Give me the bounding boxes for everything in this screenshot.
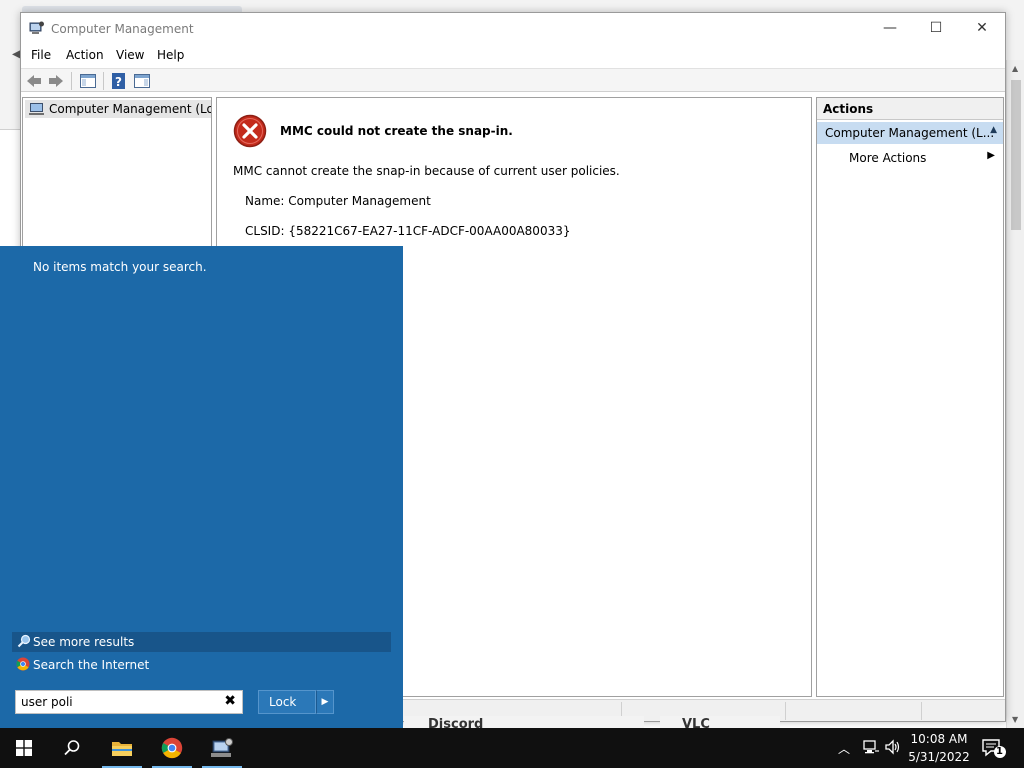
file-explorer-icon — [112, 742, 132, 756]
back-icon[interactable] — [25, 72, 43, 90]
svg-text:?: ? — [115, 75, 122, 89]
menu-view[interactable]: View — [116, 48, 144, 62]
title-bar[interactable]: Computer Management — ☐ ✕ — [21, 13, 1005, 45]
taskbar: ︿ 10:08 AM 5/31/2022 1 — [0, 728, 1024, 768]
computer-management-icon — [29, 21, 44, 34]
see-more-results-item[interactable]: See more results — [12, 632, 391, 652]
action-center-button[interactable]: 1 — [980, 736, 1008, 760]
scroll-thumb[interactable] — [1011, 80, 1021, 230]
clear-search-icon[interactable]: ✖ — [224, 693, 236, 709]
computer-icon — [29, 103, 44, 115]
show-action-pane-icon[interactable] — [133, 72, 151, 90]
show-hide-tree-icon[interactable] — [79, 72, 97, 90]
maximize-button[interactable]: ☐ — [913, 13, 959, 43]
error-icon — [233, 114, 267, 148]
menu-action[interactable]: Action — [66, 48, 104, 62]
actions-section-computer-management[interactable]: Computer Management (L... ▲ — [817, 122, 1003, 144]
collapse-icon[interactable]: ▲ — [990, 125, 997, 135]
chrome-icon — [161, 737, 183, 759]
error-clsid: CLSID: {58221C67-EA27-11CF-ADCF-00AA00A8… — [245, 224, 571, 238]
background-vlc-window: VLC — [660, 716, 780, 728]
search-icon — [64, 740, 80, 756]
show-hidden-icons-icon[interactable]: ︿ — [838, 740, 850, 757]
notification-count: 1 — [996, 746, 1003, 757]
toolbar-divider — [103, 72, 104, 90]
start-search-box[interactable]: ✖ — [15, 690, 243, 714]
network-icon[interactable] — [862, 738, 880, 756]
magnifier-icon — [17, 634, 31, 648]
notification-icon — [982, 739, 1006, 758]
background-scrollbar[interactable]: ▲ ▼ — [1006, 60, 1024, 728]
lock-button[interactable]: Lock — [258, 690, 316, 714]
lock-button-label: Lock — [269, 695, 297, 709]
forward-icon[interactable] — [47, 72, 65, 90]
error-title: MMC could not create the snap-in. — [280, 124, 513, 138]
file-explorer-button[interactable] — [98, 728, 146, 768]
computer-management-taskbar-button[interactable] — [198, 728, 246, 768]
tree-node-computer-management[interactable]: Computer Management (Local — [25, 100, 211, 118]
error-snapin-name: Name: Computer Management — [245, 194, 431, 208]
menu-file[interactable]: File — [31, 48, 51, 62]
actions-header: Actions — [817, 98, 1003, 120]
status-divider — [921, 702, 922, 720]
no-results-message: No items match your search. — [33, 260, 207, 274]
toolbar: ? — [21, 68, 1005, 92]
see-more-results-label: See more results — [33, 635, 135, 649]
clock-time[interactable]: 10:08 AM — [906, 732, 972, 746]
menu-bar: File Action View Help — [21, 45, 1005, 67]
computer-management-icon — [211, 738, 233, 757]
close-button[interactable]: ✕ — [959, 13, 1005, 43]
menu-help[interactable]: Help — [157, 48, 184, 62]
actions-section-label: Computer Management (L... — [825, 126, 995, 140]
scroll-up-icon[interactable]: ▲ — [1012, 64, 1018, 73]
window-title: Computer Management — [51, 22, 194, 36]
toolbar-divider — [71, 72, 72, 90]
more-actions-item[interactable]: More Actions — [849, 151, 926, 165]
discord-label: Discord — [428, 717, 484, 728]
background-discord-window: Discord — [404, 716, 644, 728]
actions-pane: Actions Computer Management (L... ▲ More… — [816, 97, 1004, 697]
clock-date[interactable]: 5/31/2022 — [906, 750, 972, 764]
search-button[interactable] — [48, 728, 96, 768]
submenu-arrow-icon[interactable]: ▶ — [987, 150, 995, 161]
scroll-down-icon[interactable]: ▼ — [1012, 715, 1018, 724]
start-search-panel: No items match your search. See more res… — [0, 246, 403, 728]
tree-node-label: Computer Management (Local — [49, 102, 211, 116]
chrome-button[interactable] — [148, 728, 196, 768]
minimize-button[interactable]: — — [867, 13, 913, 43]
help-icon[interactable]: ? — [110, 72, 128, 90]
windows-logo-icon — [16, 740, 32, 756]
start-search-input[interactable] — [21, 694, 217, 710]
vlc-label: VLC — [682, 717, 710, 728]
status-divider — [785, 702, 786, 720]
error-message: MMC cannot create the snap-in because of… — [233, 164, 620, 178]
search-internet-item[interactable]: Search the Internet — [12, 655, 312, 675]
power-options-arrow-icon[interactable]: ▶ — [316, 690, 334, 714]
volume-icon[interactable] — [884, 738, 902, 756]
start-button[interactable] — [0, 728, 48, 768]
chrome-icon — [16, 657, 30, 671]
search-internet-label: Search the Internet — [33, 658, 150, 672]
